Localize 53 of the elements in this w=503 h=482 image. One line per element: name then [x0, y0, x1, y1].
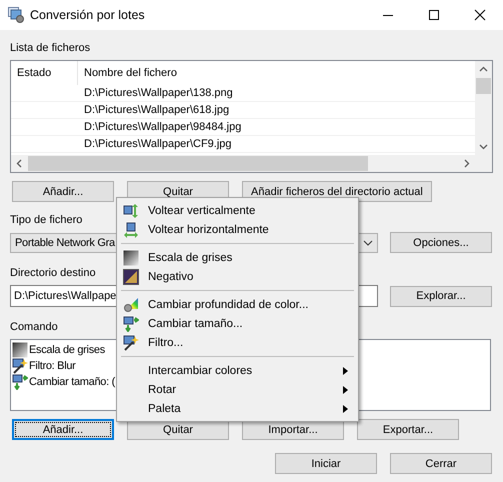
menu-item[interactable]: Cambiar profundidad de color... — [119, 295, 356, 314]
field-label: Directorio destino — [10, 267, 96, 279]
field-label: Comando — [10, 321, 58, 333]
flip-vertical-icon — [123, 202, 139, 218]
table-cell-text: D:\Pictures\Wallpaper\618.jpg — [83, 104, 230, 116]
field-label: Tipo de fichero — [10, 214, 82, 226]
table-cell-text: D:\Pictures\Wallpaper\98484.jpg — [83, 121, 242, 133]
menu-item[interactable]: Paleta — [119, 399, 356, 418]
button[interactable]: Exportar... — [357, 419, 459, 440]
magic-wand-icon — [123, 334, 139, 350]
chevron-down-icon[interactable] — [479, 142, 488, 151]
gradient-icon — [123, 250, 139, 266]
menu-item[interactable]: Intercambiar colores — [119, 361, 356, 380]
menu-item[interactable]: Escala de grises — [119, 248, 356, 267]
button[interactable]: Opciones... — [390, 232, 492, 253]
menu-item[interactable]: Cambiar tamaño... — [119, 314, 356, 333]
window-title: Conversión por lotes — [30, 8, 146, 22]
button[interactable]: Cerrar — [390, 453, 492, 474]
gradient-icon — [12, 342, 28, 358]
maximize-icon[interactable] — [428, 9, 440, 21]
menu-item[interactable]: Voltear verticalmente — [119, 201, 356, 220]
list-item[interactable]: Filtro: Blur — [29, 360, 76, 372]
chevron-down-icon[interactable] — [363, 240, 373, 246]
focused-button[interactable]: Añadir... — [12, 419, 114, 440]
list-item[interactable]: Cambiar tamaño: ( — [29, 376, 115, 388]
resize-icon — [12, 374, 28, 390]
vertical-scrollbar[interactable] — [475, 61, 492, 155]
close-icon[interactable] — [474, 9, 486, 21]
scrollbar-thumb[interactable] — [28, 156, 368, 171]
table-cell-text: D:\Pictures\Wallpaper\CF9.jpg — [83, 138, 232, 150]
column-header[interactable]: Nombre del fichero — [78, 61, 177, 85]
resize-icon — [123, 316, 139, 332]
menu-item[interactable]: Filtro... — [119, 333, 356, 352]
magic-wand-icon — [12, 358, 28, 374]
picture-icon — [123, 268, 139, 284]
menu-item[interactable]: Negativo — [119, 267, 356, 286]
list-item[interactable]: Escala de grises — [29, 344, 105, 356]
color-gear-icon — [123, 296, 139, 312]
button[interactable]: Explorar... — [390, 286, 492, 306]
chevron-up-icon[interactable] — [479, 65, 488, 74]
section-label: Lista de ficheros — [10, 42, 90, 54]
chevron-right-icon[interactable] — [462, 159, 471, 168]
chevron-left-icon[interactable] — [15, 159, 24, 168]
horizontal-scrollbar[interactable] — [11, 155, 475, 172]
scrollbar-thumb[interactable] — [476, 78, 491, 94]
flip-horizontal-icon — [123, 222, 139, 238]
table-cell-text: D:\Pictures\Wallpaper\138.png — [83, 87, 233, 99]
button[interactable]: Iniciar — [275, 453, 377, 474]
menu-item[interactable]: Voltear horizontalmente — [119, 220, 356, 239]
button[interactable]: Añadir... — [12, 181, 114, 202]
menu-item[interactable]: Rotar — [119, 380, 356, 399]
column-header[interactable]: Estado — [11, 61, 78, 85]
app-icon — [8, 7, 24, 23]
